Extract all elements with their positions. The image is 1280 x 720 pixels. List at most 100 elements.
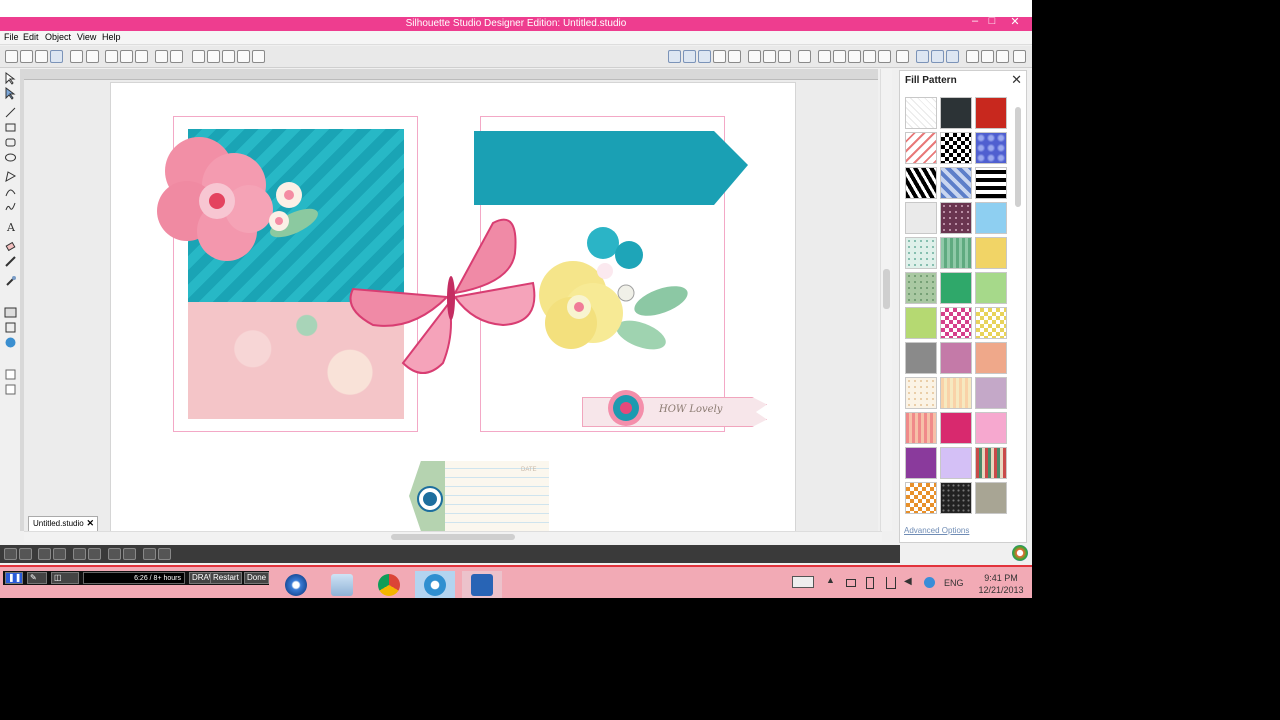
menu-help[interactable]: Help xyxy=(102,32,121,42)
snap-toggle-icon[interactable] xyxy=(4,383,17,396)
menu-file[interactable]: File xyxy=(4,32,19,42)
document-tab[interactable]: Untitled.studio ✕ xyxy=(28,516,98,531)
zoom-select-button[interactable] xyxy=(222,50,235,63)
grid-button[interactable] xyxy=(683,50,696,63)
panel-scrollbar[interactable] xyxy=(1014,97,1022,517)
cut-settings-button[interactable] xyxy=(698,50,711,63)
swatch-yellow-texture[interactable] xyxy=(975,237,1007,269)
store-button[interactable] xyxy=(996,50,1009,63)
swatch-red-texture[interactable] xyxy=(975,97,1007,129)
ungroup-button[interactable] xyxy=(19,548,32,560)
send-to-cutter-button[interactable] xyxy=(86,50,99,63)
swatch-blue-paisley[interactable] xyxy=(975,132,1007,164)
fill-gradient-button[interactable] xyxy=(931,50,944,63)
advanced-options-link[interactable]: Advanced Options xyxy=(904,526,969,535)
canvas-horizontal-scrollbar[interactable] xyxy=(24,531,882,542)
freehand-tool-icon[interactable] xyxy=(4,200,17,213)
polygon-tool-icon[interactable] xyxy=(4,170,17,183)
taskbar-app-1[interactable] xyxy=(276,571,316,598)
taskbar-calculator[interactable] xyxy=(322,571,362,598)
rectangle-tool-icon[interactable] xyxy=(4,121,17,134)
swatch-lime[interactable] xyxy=(905,307,937,339)
swatch-pink[interactable] xyxy=(975,412,1007,444)
text-style-button[interactable] xyxy=(798,50,811,63)
swatch-black-dots[interactable] xyxy=(940,482,972,514)
swatch-light-gray[interactable] xyxy=(905,202,937,234)
save-button[interactable] xyxy=(35,50,48,63)
swatch-peach-stripes[interactable] xyxy=(940,377,972,409)
pen-tool-icon[interactable]: ✎ xyxy=(27,572,47,584)
minimize-button[interactable]: – xyxy=(966,15,984,27)
fill-color-button[interactable] xyxy=(916,50,929,63)
swatch-sage-dots[interactable] xyxy=(905,272,937,304)
online-store-icon[interactable] xyxy=(4,336,17,349)
swatch-purple[interactable] xyxy=(905,447,937,479)
design-canvas[interactable]: HOW Lovely DATE xyxy=(24,80,878,531)
label-rosette[interactable] xyxy=(606,388,646,433)
swatch-mint-dots[interactable] xyxy=(905,237,937,269)
eraser-tool-icon[interactable] xyxy=(4,240,17,253)
action-center-icon[interactable] xyxy=(846,579,856,587)
text-tool-icon[interactable]: A xyxy=(4,220,17,234)
sketch-button[interactable] xyxy=(981,50,994,63)
taskbar-screencast[interactable] xyxy=(462,571,502,598)
eyedropper-tool-icon[interactable] xyxy=(4,275,17,288)
pink-flower-embellishment[interactable] xyxy=(139,123,339,283)
offset-button[interactable] xyxy=(878,50,891,63)
menu-view[interactable]: View xyxy=(77,32,96,42)
swatch-mauve[interactable] xyxy=(940,342,972,374)
close-button[interactable]: ✕ xyxy=(1006,15,1024,28)
panel-close-icon[interactable]: ✕ xyxy=(1011,72,1022,88)
fill-pattern-button[interactable] xyxy=(946,50,959,63)
swatch-cream-dots[interactable] xyxy=(905,377,937,409)
scale-button[interactable] xyxy=(848,50,861,63)
open-file-button[interactable] xyxy=(20,50,33,63)
taskbar-silhouette-studio[interactable] xyxy=(415,571,455,598)
bring-forward-button[interactable] xyxy=(108,548,121,560)
swatch-plain-white[interactable] xyxy=(905,97,937,129)
zoom-out-button[interactable] xyxy=(207,50,220,63)
fit-to-page-button[interactable] xyxy=(252,50,265,63)
maximize-button[interactable]: □ xyxy=(983,15,1001,27)
taskbar-clock[interactable]: 9:41 PM 12/21/2013 xyxy=(973,572,1029,596)
volume-icon[interactable]: ◀ xyxy=(904,576,912,587)
document-tab-close-icon[interactable]: ✕ xyxy=(86,518,94,529)
swatch-blue-argyle[interactable] xyxy=(940,167,972,199)
align-button[interactable] xyxy=(748,50,761,63)
keyboard-icon[interactable] xyxy=(792,576,814,588)
yellow-flower-embellishment[interactable] xyxy=(531,223,691,363)
swatch-orange-harlequin[interactable] xyxy=(905,482,937,514)
duplicate-button[interactable] xyxy=(73,548,86,560)
point-edit-tool-icon[interactable] xyxy=(4,87,17,100)
teal-banner[interactable] xyxy=(474,129,750,207)
line-style-button[interactable] xyxy=(863,50,876,63)
rotate-button[interactable] xyxy=(833,50,846,63)
line-tool-icon[interactable] xyxy=(4,106,17,119)
delete-button[interactable] xyxy=(88,548,101,560)
layers-button[interactable] xyxy=(1013,50,1026,63)
weld-button[interactable] xyxy=(143,548,156,560)
swatch-black-diamond[interactable] xyxy=(905,167,937,199)
webcam-icon[interactable]: ◫ xyxy=(51,572,79,584)
swatch-coral-stripes[interactable] xyxy=(905,412,937,444)
language-indicator[interactable]: ENG xyxy=(944,578,964,588)
tray-expand-icon[interactable]: ▲ xyxy=(826,575,835,585)
swatch-checkerboard[interactable] xyxy=(940,132,972,164)
zoom-in-button[interactable] xyxy=(192,50,205,63)
make-compound-button[interactable] xyxy=(38,548,51,560)
release-compound-button[interactable] xyxy=(53,548,66,560)
curve-tool-icon[interactable] xyxy=(4,185,17,198)
pan-button[interactable] xyxy=(237,50,250,63)
swatch-dark-slate[interactable] xyxy=(940,97,972,129)
print-cut-button[interactable] xyxy=(728,50,741,63)
swatch-black-stripes[interactable] xyxy=(975,167,1007,199)
swatch-yellow-harlequin[interactable] xyxy=(975,307,1007,339)
swatch-peach[interactable] xyxy=(975,342,1007,374)
swatch-sky-blue[interactable] xyxy=(975,202,1007,234)
swatch-hot-pink[interactable] xyxy=(940,412,972,444)
trace-button[interactable] xyxy=(896,50,909,63)
network-icon[interactable] xyxy=(886,577,896,589)
print-button[interactable] xyxy=(70,50,83,63)
select-tool-icon[interactable] xyxy=(4,72,17,85)
pause-button[interactable]: ❚❚ xyxy=(5,572,23,584)
